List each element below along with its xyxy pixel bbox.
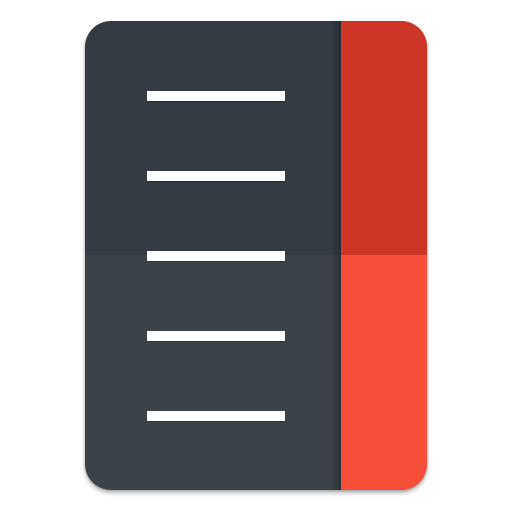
accent-strip-bottom (341, 255, 427, 490)
list-line-2 (147, 171, 285, 181)
icon-canvas (0, 0, 512, 512)
app-icon[interactable] (85, 21, 427, 490)
list-line-1 (147, 91, 285, 101)
list-line-3 (147, 251, 285, 261)
strip-shadow (331, 21, 341, 490)
accent-strip-top (341, 21, 427, 255)
list-line-5 (147, 411, 285, 421)
list-line-4 (147, 331, 285, 341)
